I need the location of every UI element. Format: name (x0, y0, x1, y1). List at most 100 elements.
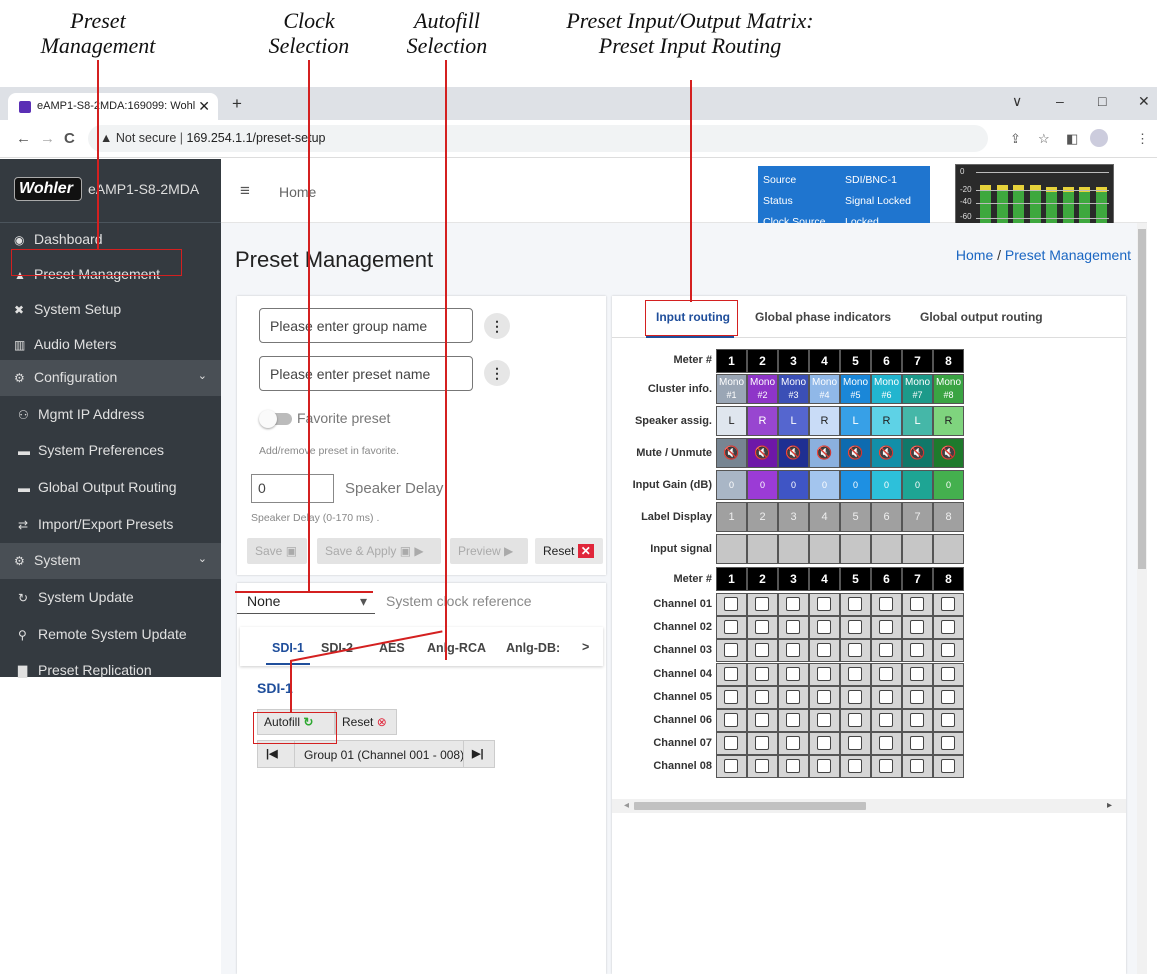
routing-checkbox[interactable] (755, 666, 769, 681)
tab-global-phase[interactable]: Global phase indicators (755, 310, 891, 324)
routing-checkbox[interactable] (817, 643, 831, 658)
page-scrollbar[interactable] (1137, 223, 1147, 974)
breadcrumb-home[interactable]: Home (956, 247, 993, 263)
browser-menu-icon[interactable]: ⋮ (1136, 131, 1149, 147)
routing-checkbox[interactable] (848, 689, 862, 704)
sidepanel-icon[interactable]: ◧ (1066, 131, 1078, 147)
reload-icon[interactable]: C (64, 130, 75, 147)
tab-global-output[interactable]: Global output routing (920, 310, 1043, 324)
routing-checkbox[interactable] (817, 736, 831, 751)
mute-icon[interactable]: 🔇 (747, 438, 778, 468)
sidebar-item-import-export[interactable]: ⇄ Import/Export Presets (0, 507, 221, 543)
routing-checkbox[interactable] (848, 666, 862, 681)
sidebar-item-mgmt-ip[interactable]: ⚇ Mgmt IP Address (0, 397, 221, 433)
routing-checkbox[interactable] (724, 736, 738, 751)
bookmark-star-icon[interactable]: ☆ (1038, 131, 1050, 147)
speaker-assign-cell[interactable]: L (716, 406, 747, 436)
minimize-button[interactable]: – (1056, 93, 1064, 109)
speaker-delay-input[interactable]: 0 (251, 474, 334, 503)
input-gain-cell[interactable]: 0 (871, 470, 902, 500)
mute-icon[interactable]: 🔇 (933, 438, 964, 468)
mute-icon[interactable]: 🔇 (778, 438, 809, 468)
sidebar-item-audio-meters[interactable]: ▥ Audio Meters (0, 327, 221, 363)
share-icon[interactable]: ⇪ (1010, 131, 1021, 147)
save-apply-button[interactable]: Save & Apply ▣ ▶ (317, 538, 441, 564)
routing-checkbox[interactable] (879, 736, 893, 751)
routing-checkbox[interactable] (786, 713, 800, 727)
input-gain-cell[interactable]: 0 (747, 470, 778, 500)
clock-select[interactable]: None ▾ (237, 589, 375, 614)
reset-button[interactable]: Reset ✕ (535, 538, 603, 564)
input-gain-cell[interactable]: 0 (809, 470, 840, 500)
mute-icon[interactable]: 🔇 (871, 438, 902, 468)
profile-avatar[interactable] (1090, 129, 1108, 147)
routing-checkbox[interactable] (879, 689, 893, 704)
routing-checkbox[interactable] (724, 620, 738, 635)
routing-checkbox[interactable] (755, 689, 769, 704)
routing-checkbox[interactable] (879, 713, 893, 727)
favorite-toggle[interactable] (259, 410, 292, 428)
routing-checkbox[interactable] (848, 759, 862, 774)
routing-checkbox[interactable] (910, 620, 924, 635)
cluster-cell[interactable]: Mono #4 (809, 374, 840, 404)
cluster-cell[interactable]: Mono #7 (902, 374, 933, 404)
close-window-button[interactable]: ✕ (1138, 93, 1150, 110)
routing-checkbox[interactable] (941, 689, 955, 704)
routing-checkbox[interactable] (817, 759, 831, 774)
sidebar-item-system-preferences[interactable]: ▬ System Preferences (0, 433, 221, 469)
routing-checkbox[interactable] (724, 666, 738, 681)
mute-icon[interactable]: 🔇 (809, 438, 840, 468)
sidebar-item-preset-replication[interactable]: ▇ Preset Replication (0, 653, 221, 689)
routing-checkbox[interactable] (817, 597, 831, 611)
routing-checkbox[interactable] (755, 643, 769, 658)
routing-checkbox[interactable] (879, 620, 893, 635)
maximize-button[interactable]: □ (1098, 93, 1106, 109)
routing-reset-button[interactable]: Reset ⊗ (335, 709, 397, 735)
routing-checkbox[interactable] (786, 736, 800, 751)
routing-checkbox[interactable] (755, 713, 769, 727)
routing-checkbox[interactable] (817, 620, 831, 635)
speaker-assign-cell[interactable]: R (809, 406, 840, 436)
routing-checkbox[interactable] (910, 597, 924, 611)
home-link[interactable]: Home (279, 184, 316, 200)
cluster-cell[interactable]: Mono #3 (778, 374, 809, 404)
browser-tab[interactable]: eAMP1-S8-2MDA:169099: Wohle ✕ (8, 93, 218, 120)
speaker-assign-cell[interactable]: L (902, 406, 933, 436)
routing-checkbox[interactable] (941, 666, 955, 681)
preset-name-input[interactable]: Please enter preset name (259, 356, 473, 391)
routing-checkbox[interactable] (817, 666, 831, 681)
tab-anlg-db[interactable]: Anlg-DB: (506, 641, 560, 655)
routing-checkbox[interactable] (879, 759, 893, 774)
routing-checkbox[interactable] (786, 666, 800, 681)
sidebar-item-global-output-routing[interactable]: ▬ Global Output Routing (0, 470, 221, 506)
last-group-icon[interactable]: ▶| (472, 747, 484, 760)
back-icon[interactable]: ← (16, 130, 31, 147)
routing-checkbox[interactable] (910, 689, 924, 704)
routing-checkbox[interactable] (941, 736, 955, 751)
tab-close-icon[interactable]: ✕ (198, 98, 210, 115)
tab-search-icon[interactable]: ∨ (1012, 93, 1022, 110)
preview-button[interactable]: Preview ▶ (450, 538, 528, 564)
routing-checkbox[interactable] (786, 620, 800, 635)
forward-icon[interactable]: → (40, 130, 55, 147)
page-scroll-thumb[interactable] (1138, 229, 1146, 569)
routing-checkbox[interactable] (910, 643, 924, 658)
sidebar-item-system[interactable]: ⚙ System ⌄ (0, 543, 221, 579)
routing-checkbox[interactable] (848, 597, 862, 611)
url-field[interactable]: ▲ Not secure | 169.254.1.1/preset-setup (88, 125, 988, 152)
new-tab-button[interactable]: + (232, 94, 242, 114)
routing-checkbox[interactable] (879, 666, 893, 681)
tabs-next-icon[interactable]: > (582, 640, 589, 654)
speaker-assign-cell[interactable]: R (933, 406, 964, 436)
routing-checkbox[interactable] (817, 713, 831, 727)
mute-icon[interactable]: 🔇 (902, 438, 933, 468)
routing-checkbox[interactable] (910, 713, 924, 727)
routing-checkbox[interactable] (879, 597, 893, 611)
group-name-input[interactable]: Please enter group name (259, 308, 473, 343)
cluster-cell[interactable]: Mono #2 (747, 374, 778, 404)
routing-checkbox[interactable] (848, 620, 862, 635)
sidebar-brand[interactable]: Wohler eAMP1-S8-2MDA (0, 159, 221, 223)
save-button[interactable]: Save ▣ (247, 538, 307, 564)
sidebar-item-system-update[interactable]: ↻ System Update (0, 580, 221, 616)
routing-checkbox[interactable] (724, 713, 738, 727)
